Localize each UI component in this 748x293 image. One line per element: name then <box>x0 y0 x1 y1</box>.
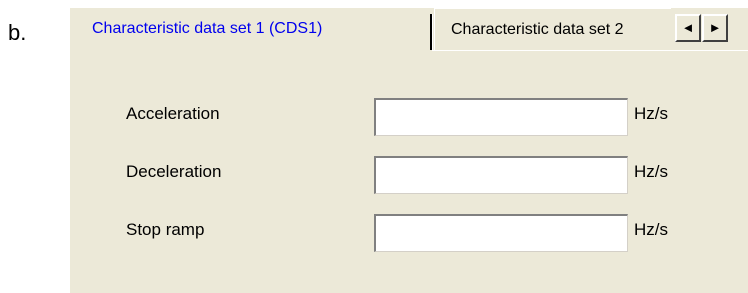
arrow-right-icon: ► <box>708 20 722 35</box>
acceleration-label: Acceleration <box>126 104 220 123</box>
deceleration-unit: Hz/s <box>634 162 668 181</box>
scroll-right-button[interactable]: ► <box>702 14 728 42</box>
characteristic-data-dialog: Characteristic data set 1 (CDS1) Charact… <box>70 8 748 293</box>
arrow-left-icon: ◄ <box>681 20 695 35</box>
deceleration-row: Deceleration Hz/s <box>70 156 748 194</box>
tab-cds2[interactable]: Characteristic data set 2 <box>434 8 671 50</box>
tab-scroll-buttons: ◄ ► <box>675 14 729 42</box>
tab-cds1[interactable]: Characteristic data set 1 (CDS1) <box>70 8 432 50</box>
stop-ramp-unit: Hz/s <box>634 220 668 239</box>
deceleration-label: Deceleration <box>126 162 222 181</box>
tab-baseline <box>432 50 748 51</box>
tab-strip: Characteristic data set 1 (CDS1) Charact… <box>70 8 748 54</box>
tab-separator <box>430 14 432 50</box>
scroll-left-button[interactable]: ◄ <box>675 14 701 42</box>
acceleration-input[interactable] <box>374 98 628 136</box>
deceleration-input[interactable] <box>374 156 628 194</box>
stop-ramp-row: Stop ramp Hz/s <box>70 214 748 252</box>
stop-ramp-label: Stop ramp <box>126 220 205 239</box>
acceleration-unit: Hz/s <box>634 104 668 123</box>
figure-label: b. <box>8 20 27 45</box>
stop-ramp-input[interactable] <box>374 214 628 252</box>
acceleration-row: Acceleration Hz/s <box>70 98 748 136</box>
